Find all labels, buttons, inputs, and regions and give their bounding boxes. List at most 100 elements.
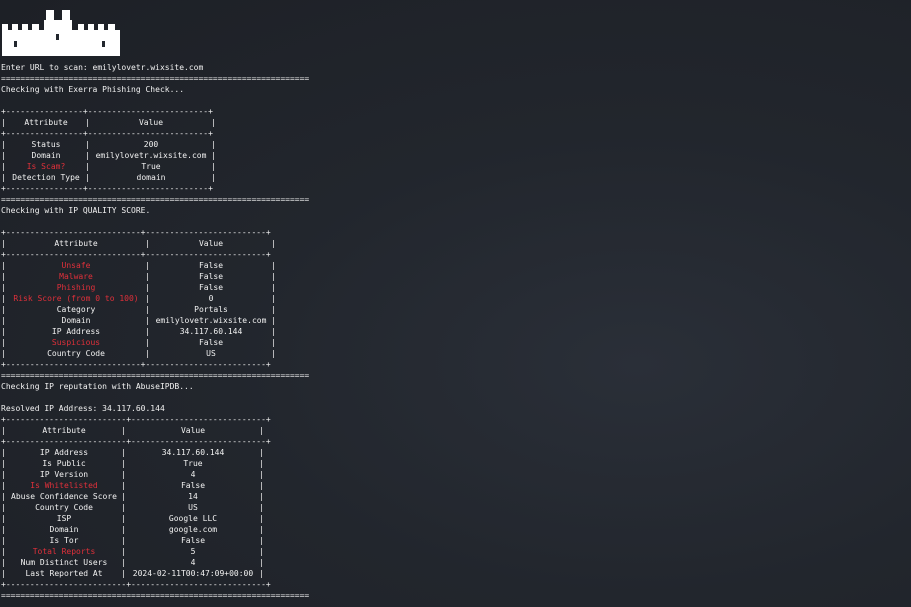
ipqs-table-header: | Attribute | Value | — [1, 239, 276, 248]
table-row: | Total Reports | 5 | — [1, 547, 264, 556]
table-row: | Country Code | US | — [1, 349, 276, 358]
table-border: +----------------+----------------------… — [1, 107, 213, 116]
row-value: 34.117.60.144 — [179, 327, 243, 336]
row-attribute: Status — [31, 140, 61, 149]
row-value: False — [198, 283, 224, 292]
row-value: False — [198, 261, 224, 270]
exerra-table-header: | Attribute | Value | — [1, 118, 216, 127]
row-attribute: Category — [56, 305, 96, 314]
table-border: +-------------------------+-------------… — [1, 415, 271, 424]
section-heading: Checking IP reputation with AbuseIPDB... — [1, 382, 194, 391]
table-row: | Phishing | False | — [1, 283, 276, 292]
row-attribute: IP Version — [39, 470, 89, 479]
row-value: Portals — [194, 305, 228, 314]
row-attribute: Unsafe — [61, 261, 91, 270]
table-border: +----------------------------+----------… — [1, 250, 271, 259]
row-value: False — [198, 272, 224, 281]
separator: ========================================… — [1, 371, 310, 380]
table-row: | Num Distinct Users | 4 | — [1, 558, 264, 567]
table-row: | Domain | emilylovetr.wixsite.com | — [1, 151, 216, 160]
exerra-table: | Status | 200 | | Domain | emilylovetr.wixsite.… — [1, 139, 217, 183]
row-value: True — [183, 459, 203, 468]
row-value: False — [180, 536, 206, 545]
row-attribute: Phishing — [56, 283, 96, 292]
table-row: | Category | Portals | — [1, 305, 276, 314]
abuseipdb-table-header: | Attribute | Value | — [1, 426, 264, 435]
table-row: | Is Scam? | True | — [1, 162, 216, 171]
row-attribute: Num Distinct Users — [20, 558, 108, 567]
prompt-label: Enter URL to scan: — [1, 63, 93, 72]
row-attribute: Is Tor — [49, 536, 79, 545]
row-attribute: Total Reports — [32, 547, 96, 556]
table-row: | Last Reported At | 2024-02-11T00:47:09+00… — [1, 569, 264, 578]
table-row: | Abuse Confidence Score | 14 | — [1, 492, 264, 501]
ipqs-table: | Unsafe | False | | Malware | False | | Phishing | F… — [1, 260, 277, 359]
table-row: | Detection Type | domain | — [1, 173, 216, 182]
table-row: | IP Version | 4 | — [1, 470, 264, 479]
table-row: | Domain | google.com | — [1, 525, 264, 534]
row-attribute: Country Code — [35, 503, 93, 512]
table-row: | IP Address | 34.117.60.144 | — [1, 327, 276, 336]
section-heading: Checking with IP QUALITY SCORE. — [1, 206, 151, 215]
row-value: domain — [136, 173, 166, 182]
separator: ========================================… — [1, 591, 310, 600]
url-prompt: Enter URL to scan: emilylovetr.wixsite.c… — [1, 62, 309, 73]
table-row: | Status | 200 | — [1, 140, 216, 149]
table-border: +----------------------------+----------… — [1, 360, 271, 369]
row-attribute: Abuse Confidence Score — [11, 492, 117, 501]
row-attribute: ISP — [56, 514, 72, 523]
row-value: 5 — [190, 547, 196, 556]
row-value: 4 — [190, 558, 196, 567]
column-header: Value — [198, 239, 224, 248]
table-row: | IP Address | 34.117.60.144 | — [1, 448, 264, 457]
column-header: Value — [138, 118, 164, 127]
terminal-output: Enter URL to scan: emilylovetr.wixsite.c… — [1, 62, 309, 601]
separator: ========================================… — [1, 74, 310, 83]
row-attribute: Is Scam? — [26, 162, 66, 171]
row-value: emilylovetr.wixsite.com — [155, 316, 267, 325]
table-border: +-------------------------+-------------… — [1, 580, 271, 589]
row-attribute: Last Reported At — [25, 569, 103, 578]
table-row: | Unsafe | False | — [1, 261, 276, 270]
row-value: emilylovetr.wixsite.com — [95, 151, 207, 160]
row-value: True — [141, 162, 161, 171]
table-row: | Domain | emilylovetr.wixsite.com | — [1, 316, 276, 325]
row-value: 34.117.60.144 — [161, 448, 225, 457]
table-row: | Is Public | True | — [1, 459, 264, 468]
row-attribute: IP Address — [39, 448, 89, 457]
column-header: Attribute — [54, 239, 98, 248]
row-attribute: Detection Type — [12, 173, 80, 182]
row-attribute: Domain — [61, 316, 91, 325]
resolved-ip: Resolved IP Address: 34.117.60.144 — [1, 404, 165, 413]
row-attribute: Risk Score (from 0 to 100) — [13, 294, 139, 303]
row-value: US — [188, 503, 198, 512]
table-border: +-------------------------+-------------… — [1, 437, 271, 446]
row-value: False — [198, 338, 224, 347]
table-border: +----------------+----------------------… — [1, 129, 213, 138]
row-value: 14 — [188, 492, 198, 501]
row-value: US — [206, 349, 216, 358]
row-value: google.com — [168, 525, 218, 534]
row-attribute: Domain — [31, 151, 61, 160]
table-row: | Malware | False | — [1, 272, 276, 281]
column-header: Attribute — [24, 118, 68, 127]
section-heading: Checking with Exerra Phishing Check... — [1, 85, 185, 94]
row-value: 0 — [208, 294, 214, 303]
table-row: | Country Code | US | — [1, 503, 264, 512]
row-value: 2024-02-11T00:47:09+00:00 — [132, 569, 254, 578]
table-row: | Is Tor | False | — [1, 536, 264, 545]
row-value: 4 — [190, 470, 196, 479]
row-attribute: IP Address — [51, 327, 101, 336]
url-value: emilylovetr.wixsite.com — [92, 63, 204, 72]
row-attribute: Suspicious — [51, 338, 101, 347]
separator: ========================================… — [1, 195, 310, 204]
table-row: | Risk Score (from 0 to 100) | 0 | — [1, 294, 276, 303]
table-row: | Suspicious | False | — [1, 338, 276, 347]
row-value: Google LLC — [168, 514, 218, 523]
row-attribute: Is Whitelisted — [30, 481, 98, 490]
row-attribute: Country Code — [47, 349, 105, 358]
row-attribute: Domain — [49, 525, 79, 534]
column-header: Attribute — [42, 426, 86, 435]
abuseipdb-table: | IP Address | 34.117.60.144 | | Is Public | Tru… — [1, 447, 265, 579]
row-value: 200 — [143, 140, 159, 149]
